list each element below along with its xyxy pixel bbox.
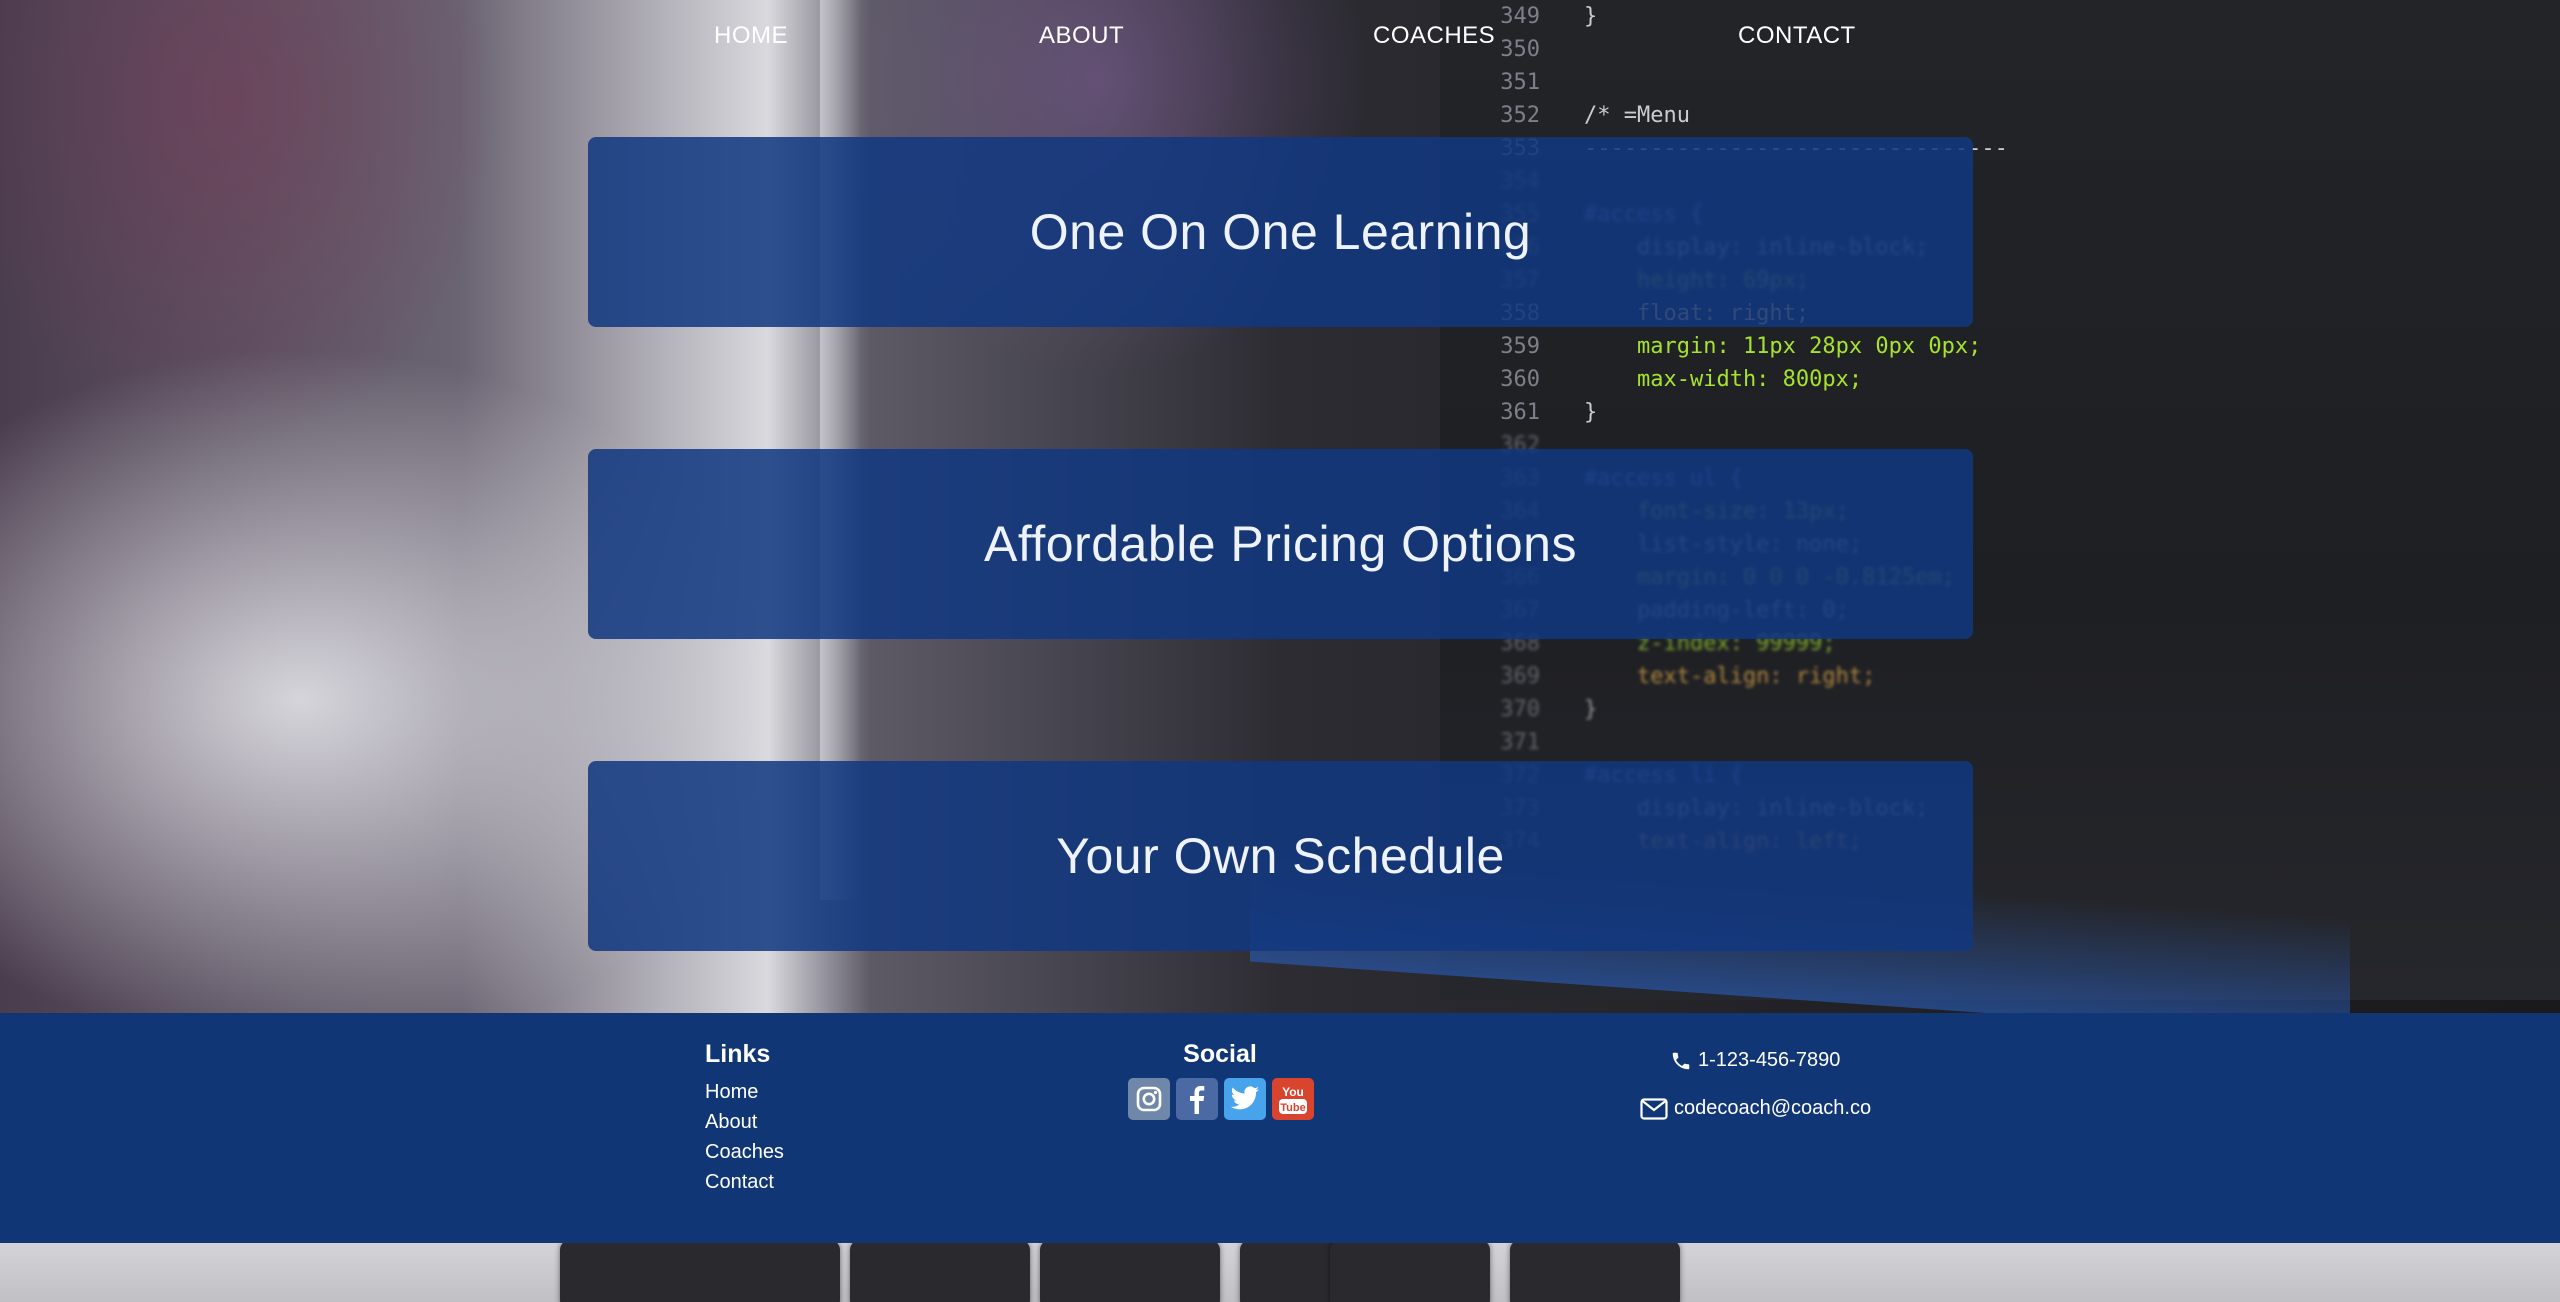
code-line: 370} [1470, 693, 2560, 726]
code-line: 352 /* =Menu [1470, 99, 2560, 132]
code-line-number: 369 [1500, 664, 1540, 689]
code-line-number: 352 [1500, 103, 1540, 128]
feature-panel-pricing: Affordable Pricing Options [588, 449, 1973, 639]
keyboard-key [850, 1240, 1030, 1302]
youtube-icon-text-you: You [1282, 1085, 1304, 1099]
code-line-text: text-align: right; [1584, 664, 1876, 689]
email-address[interactable]: codecoach@coach.co [1674, 1097, 1871, 1120]
top-nav: HOME ABOUT COACHES CONTACT [0, 0, 2560, 75]
code-line-text: } [1584, 400, 1598, 425]
feature-panel-schedule: Your Own Schedule [588, 761, 1973, 951]
code-line-text: } [1584, 697, 1598, 722]
code-line-number: 359 [1500, 334, 1540, 359]
phone-number[interactable]: 1-123-456-7890 [1698, 1049, 1840, 1072]
code-line: 371 [1470, 726, 2560, 759]
code-line: 369 text-align: right; [1470, 660, 2560, 693]
code-line-text: /* =Menu [1584, 103, 1690, 128]
code-line: 361} [1470, 396, 2560, 429]
phone-icon [1672, 1052, 1690, 1069]
keyboard-key [560, 1240, 840, 1302]
nav-home-link[interactable]: HOME [714, 22, 788, 50]
code-line-number: 371 [1500, 730, 1540, 755]
code-line-text: max-width: 800px; [1584, 367, 1863, 392]
youtube-icon[interactable]: You Tube [1272, 1078, 1314, 1120]
social-icons: You Tube [1128, 1078, 1314, 1120]
code-line-number: 361 [1500, 400, 1540, 425]
footer-link-home[interactable]: Home [705, 1081, 758, 1103]
nav-contact-link[interactable]: CONTACT [1738, 22, 1856, 50]
envelope-icon [1640, 1097, 1668, 1120]
feature-panel-one-on-one: One On One Learning [588, 137, 1973, 327]
code-line: 359 margin: 11px 28px 0px 0px; [1470, 330, 2560, 363]
footer-links-list: Home About Coaches Contact [705, 1081, 784, 1201]
contact-email: codecoach@coach.co [1640, 1097, 1871, 1120]
code-line-text: margin: 11px 28px 0px 0px; [1584, 334, 1982, 359]
feature-title: One On One Learning [1029, 204, 1532, 260]
nav-coaches-link[interactable]: COACHES [1373, 22, 1495, 50]
keyboard-key [1040, 1240, 1220, 1302]
contact-phone: 1-123-456-7890 [1670, 1049, 1840, 1072]
keyboard-key [1510, 1240, 1680, 1302]
footer-link-about[interactable]: About [705, 1111, 757, 1133]
facebook-icon[interactable] [1176, 1078, 1218, 1120]
feature-title: Affordable Pricing Options [984, 516, 1577, 572]
feature-title: Your Own Schedule [1056, 828, 1505, 884]
footer-link-contact[interactable]: Contact [705, 1171, 774, 1193]
keyboard-key [1330, 1240, 1490, 1302]
code-line: 360 max-width: 800px; [1470, 363, 2560, 396]
twitter-icon[interactable] [1224, 1078, 1266, 1120]
youtube-icon-text-tube: Tube [1280, 1102, 1305, 1114]
code-line-number: 370 [1500, 697, 1540, 722]
code-line-number: 360 [1500, 367, 1540, 392]
site-footer: Links Home About Coaches Contact Social [0, 1013, 2560, 1243]
links-heading: Links [705, 1040, 771, 1068]
nav-about-link[interactable]: ABOUT [1039, 22, 1124, 50]
social-heading: Social [1183, 1040, 1257, 1068]
footer-link-coaches[interactable]: Coaches [705, 1141, 784, 1163]
instagram-icon[interactable] [1128, 1078, 1170, 1120]
